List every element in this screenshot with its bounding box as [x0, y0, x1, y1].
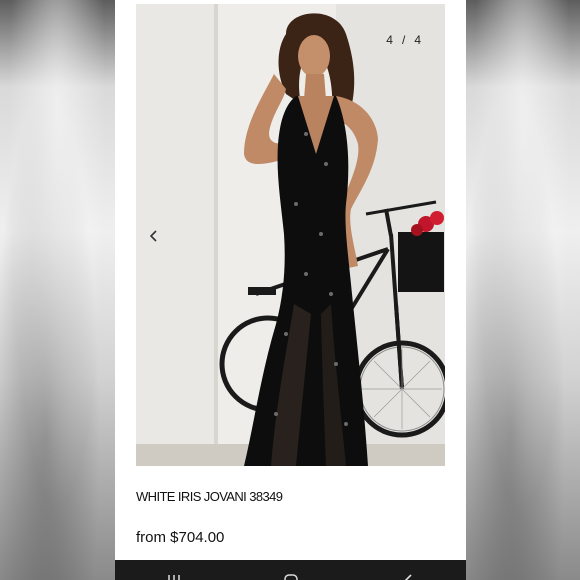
product-photo [136, 4, 445, 466]
counter-separator: / [401, 33, 408, 47]
blurred-background-right [465, 0, 580, 580]
home-button[interactable] [271, 560, 311, 580]
blurred-background-left [0, 0, 115, 580]
back-icon [404, 574, 412, 580]
total-images: 4 [414, 33, 423, 47]
product-price: from $704.00 [136, 529, 225, 546]
current-image-index: 4 [386, 33, 395, 47]
image-counter: 4 / 4 [386, 33, 423, 47]
home-icon [283, 574, 298, 580]
recents-icon [167, 575, 180, 580]
chevron-left-icon[interactable] [146, 226, 162, 246]
product-title[interactable]: WHITE IRIS JOVANI 38349 [136, 489, 283, 504]
phone-screen: 4 / 4 WHITE IRIS JOVANI 38349 from $704.00 [115, 0, 466, 580]
product-image-carousel[interactable]: 4 / 4 [136, 4, 445, 466]
back-button[interactable] [388, 560, 428, 580]
android-navigation-bar [115, 560, 466, 580]
recents-button[interactable] [154, 560, 194, 580]
